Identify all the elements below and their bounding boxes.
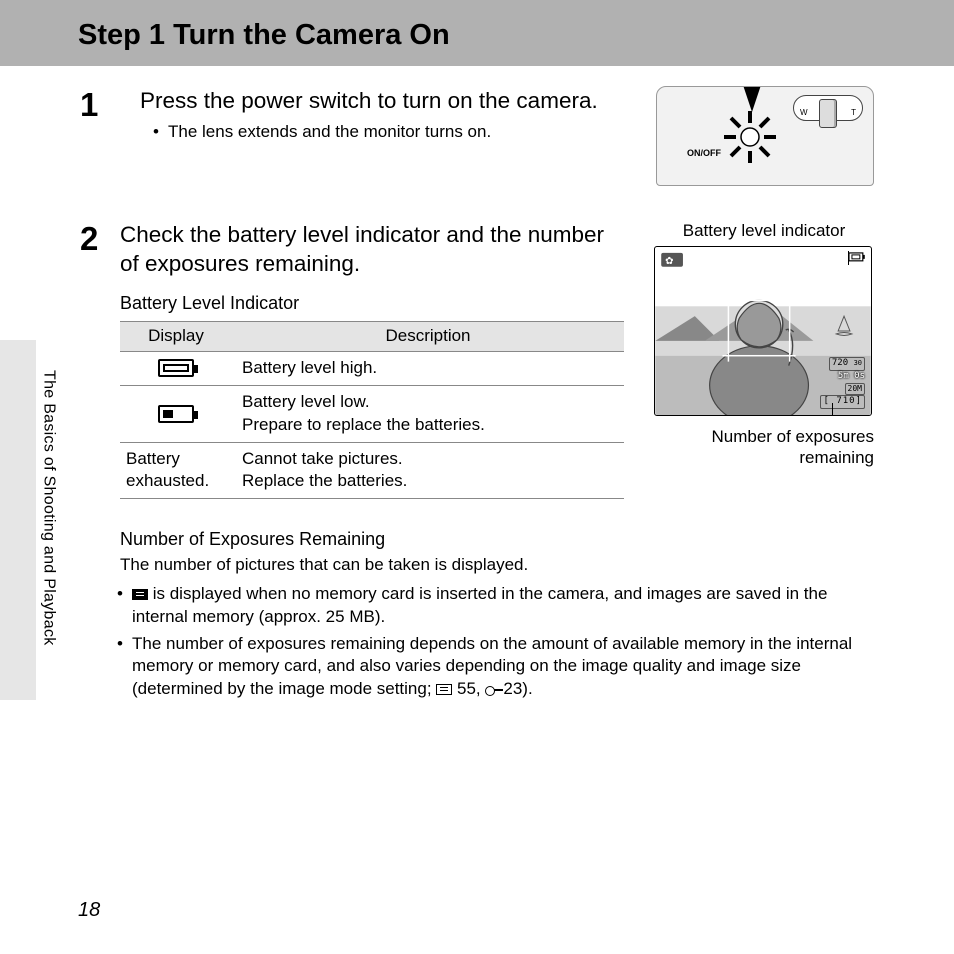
page-title: Step 1 Turn the Camera On: [78, 16, 450, 55]
exposures-intro: The number of pictures that can be taken…: [120, 554, 874, 577]
battery-low-desc: Battery level low. Prepare to replace th…: [232, 385, 624, 442]
battery-heading: Battery Level Indicator: [120, 291, 624, 315]
battery-exhausted-label: Battery exhausted.: [120, 442, 232, 499]
lcd-illustration: ✿ 720 30 5m 0s 20M: [654, 246, 872, 416]
lcd-top-label: Battery level indicator: [654, 220, 874, 243]
step-number-2: 2: [80, 220, 120, 705]
reference-icon: [485, 684, 503, 696]
side-tab: [0, 340, 36, 700]
th-display: Display: [120, 321, 232, 351]
bullet-internal-memory: is displayed when no memory card is inse…: [120, 583, 874, 629]
battery-exhausted-desc: Cannot take pictures. Replace the batter…: [232, 442, 624, 499]
onoff-label: ON/OFF: [687, 147, 721, 159]
step2-instruction: Check the battery level indicator and th…: [120, 220, 624, 279]
th-description: Description: [232, 321, 624, 351]
step-number-1: 1: [80, 86, 120, 186]
svg-text:✿: ✿: [665, 256, 673, 267]
page-number: 18: [78, 897, 100, 924]
side-chapter-text: The Basics of Shooting and Playback: [38, 370, 60, 670]
internal-memory-icon: [132, 589, 148, 600]
battery-high-desc: Battery level high.: [232, 351, 624, 385]
step1-instruction: Press the power switch to turn on the ca…: [140, 86, 636, 115]
manual-page-icon: [436, 684, 452, 695]
battery-low-icon: [158, 405, 194, 423]
exposures-heading: Number of Exposures Remaining: [120, 527, 874, 551]
bullet-depends: The number of exposures remaining depend…: [120, 633, 874, 702]
step1-bullet: The lens extends and the monitor turns o…: [156, 121, 636, 144]
lcd-bottom-label: Number of exposures remaining: [654, 426, 874, 469]
battery-table: Display Description Battery level high. …: [120, 321, 624, 500]
camera-top-illustration: ON/OFF W T: [656, 86, 874, 186]
battery-high-icon: [158, 359, 194, 377]
title-bar: Step 1 Turn the Camera On: [0, 0, 954, 66]
